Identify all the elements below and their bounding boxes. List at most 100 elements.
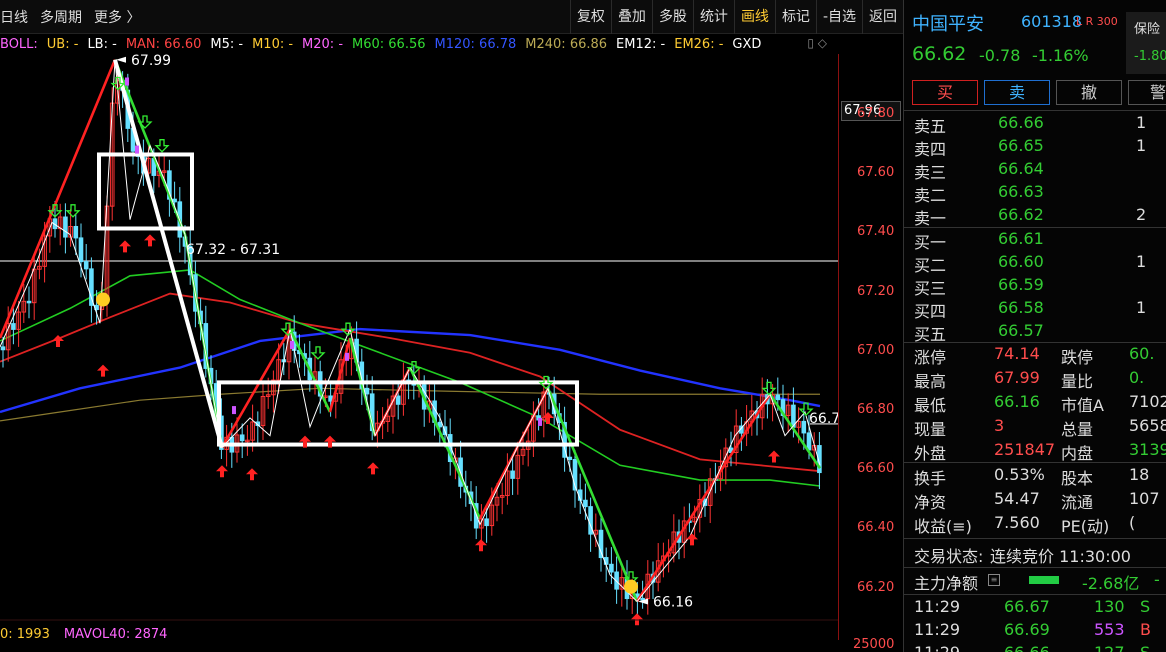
candle-body bbox=[172, 198, 177, 203]
level-label: 买三 bbox=[914, 279, 947, 298]
flow-value: -2.68亿 bbox=[1082, 574, 1140, 593]
stat-value: 7.560 bbox=[994, 513, 1040, 532]
period-item[interactable]: 多周期 bbox=[40, 7, 82, 27]
divider bbox=[904, 227, 1166, 228]
indicator-label: UB: - bbox=[46, 36, 79, 52]
order-book-row[interactable]: 买四 66.58 1 bbox=[904, 298, 1166, 321]
sell-button[interactable]: 卖 bbox=[984, 80, 1050, 105]
level-label: 买四 bbox=[914, 302, 947, 321]
indicator-label: M120: 66.78 bbox=[434, 36, 517, 52]
stat-key: 涨停 bbox=[914, 348, 947, 367]
stock-name[interactable]: 中国平安 bbox=[912, 10, 984, 36]
tick-row: 11:29 66.69 553 B bbox=[914, 620, 1166, 643]
stat-key: 内盘 bbox=[1061, 444, 1094, 463]
buy-signal-arrow bbox=[686, 533, 698, 546]
toolbar-button[interactable]: 复权 bbox=[569, 0, 611, 34]
indicator-label: M5: - bbox=[210, 36, 244, 52]
stock-code: 601318 bbox=[1021, 12, 1083, 31]
price-tick: 66.80 bbox=[857, 402, 895, 417]
up-trend-line bbox=[635, 393, 772, 603]
order-book-row[interactable]: 卖五 66.66 1 bbox=[904, 113, 1166, 136]
toolbar-button[interactable]: 统计 bbox=[692, 0, 734, 34]
stat-value: 67.99 bbox=[994, 368, 1040, 387]
flow-menu-icon[interactable]: ≡ bbox=[988, 574, 1000, 586]
divider bbox=[904, 110, 1166, 111]
stat-key: PE(动) bbox=[1061, 517, 1110, 536]
tick-side: S bbox=[1140, 643, 1150, 652]
sector-change: -1.80 bbox=[1134, 49, 1166, 64]
toolbar-button[interactable]: -自选 bbox=[815, 0, 862, 34]
stat-key: 流通 bbox=[1061, 493, 1094, 512]
divider bbox=[904, 567, 1166, 568]
candle-body bbox=[73, 225, 79, 239]
right-price-label: 66.7 bbox=[809, 411, 838, 427]
alert-button[interactable]: 警 bbox=[1128, 80, 1166, 105]
stats-row: 最低 66.16 市值A 7102 bbox=[904, 392, 1166, 416]
flow-value-2: - bbox=[1154, 570, 1160, 589]
price-axis: 67.96 67.80 67.60 67.40 67.20 67.00 66.80 66.6… bbox=[838, 54, 903, 652]
indicator-label: M10: - bbox=[252, 36, 294, 52]
indicator-label: M240: 66.86 bbox=[525, 36, 608, 52]
stat-value: 60. bbox=[1129, 344, 1155, 363]
order-book-row[interactable]: 卖二 66.63 bbox=[904, 182, 1166, 205]
price-tick: 67.00 bbox=[857, 342, 895, 358]
buy-signal-arrow bbox=[631, 613, 643, 626]
sector-box[interactable]: 保险 -1.80 bbox=[1126, 12, 1166, 74]
candle-body bbox=[11, 323, 16, 330]
order-book-row[interactable]: 卖四 66.65 1 bbox=[904, 136, 1166, 159]
kline-chart[interactable]: 67.99 67.32 - 67.31 66.16 66.7 bbox=[0, 54, 838, 640]
toolbar-button[interactable]: 画线 bbox=[733, 0, 775, 34]
toolbar-button[interactable]: 返回 bbox=[862, 0, 903, 34]
stats-row: 外盘 251847 内盘 3139 bbox=[904, 440, 1166, 464]
price-tick: 67.80 bbox=[857, 106, 895, 121]
toolbar-button[interactable]: 标记 bbox=[774, 0, 816, 34]
indicator-tools[interactable]: ▯ ◇ bbox=[807, 36, 827, 50]
high-price-label: 67.99 bbox=[131, 54, 171, 69]
period-item[interactable]: 更多 〉 bbox=[94, 7, 140, 27]
down-trend-line bbox=[546, 387, 639, 602]
buy-signal-arrow bbox=[768, 450, 780, 463]
buy-button[interactable]: 买 bbox=[912, 80, 978, 105]
candle-body bbox=[83, 261, 89, 270]
indicator-label: MAN: 66.60 bbox=[125, 36, 202, 52]
candle-body bbox=[598, 529, 604, 559]
price-tick: 67.20 bbox=[857, 283, 895, 299]
purple-marker bbox=[135, 145, 139, 154]
order-book-row[interactable]: 买三 66.59 bbox=[904, 275, 1166, 298]
toolbar-button[interactable]: 多股 bbox=[651, 0, 693, 34]
volume-indicator-label: MAVOL40: 2874 bbox=[63, 627, 168, 642]
candle-body bbox=[510, 470, 515, 479]
tick-side: S bbox=[1140, 597, 1151, 616]
order-book-row[interactable]: 买五 66.57 bbox=[904, 321, 1166, 344]
price-tick: 67.60 bbox=[857, 165, 895, 181]
buy-signal-arrow bbox=[216, 465, 228, 478]
top-toolbar: 日线 多周期 更多 〉 复权 叠加 多股 统计 画线 标记 -自选 返回 bbox=[0, 0, 903, 34]
level-volume: 1 bbox=[1136, 298, 1147, 317]
indicator-label: EM26: - bbox=[674, 36, 724, 52]
level-label: 买二 bbox=[914, 256, 947, 275]
price-tick: 66.60 bbox=[857, 461, 895, 477]
candle-body bbox=[364, 387, 370, 395]
indicator-label: LB: - bbox=[87, 36, 117, 52]
stat-key: 总量 bbox=[1061, 420, 1094, 439]
level-label: 卖四 bbox=[914, 140, 947, 159]
sell-signal-arrow bbox=[310, 346, 326, 360]
trading-status: 交易状态: 连续竞价 11:30:00 bbox=[904, 543, 1166, 567]
level-price: 66.58 bbox=[998, 298, 1044, 317]
order-book-row[interactable]: 买二 66.60 1 bbox=[904, 252, 1166, 275]
order-book-row[interactable]: 卖三 66.64 bbox=[904, 159, 1166, 182]
period-item[interactable]: 日线 bbox=[0, 7, 28, 27]
candle-body bbox=[0, 346, 6, 351]
stat-key: 收益(≡) bbox=[914, 517, 972, 536]
order-book-row[interactable]: 卖一 66.62 2 bbox=[904, 205, 1166, 228]
buy-signal-arrow bbox=[97, 364, 109, 377]
level-price: 66.66 bbox=[998, 113, 1044, 132]
candle-body bbox=[583, 499, 588, 508]
order-book-row[interactable]: 买一 66.61 bbox=[904, 229, 1166, 252]
toolbar-button[interactable]: 叠加 bbox=[610, 0, 652, 34]
stats-row: 涨停 74.14 跌停 60. bbox=[904, 344, 1166, 368]
tick-time: 11:29 bbox=[914, 643, 960, 652]
stat-value: 107 bbox=[1129, 489, 1160, 508]
cancel-button[interactable]: 撤 bbox=[1056, 80, 1122, 105]
stat-value: 0. bbox=[1129, 368, 1145, 387]
